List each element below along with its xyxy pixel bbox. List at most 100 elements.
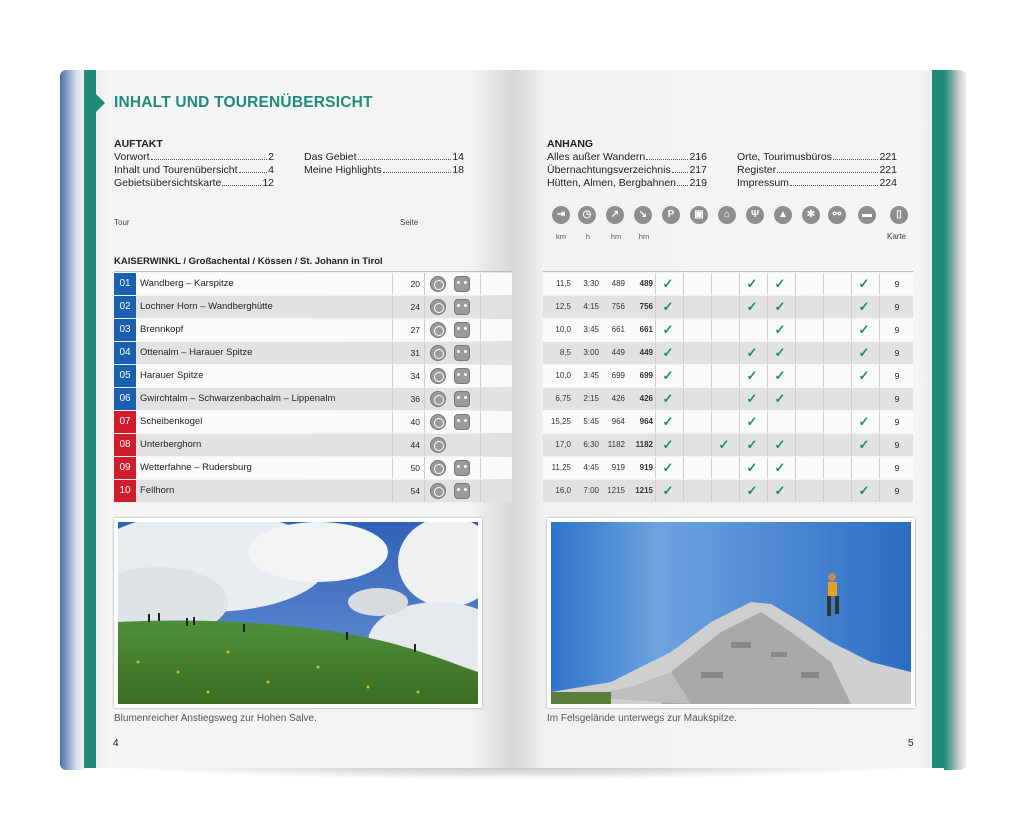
tour-number: 10 xyxy=(114,480,136,502)
distance-km: 10,0 xyxy=(555,371,571,380)
table-row[interactable]: 6,75 2:15 426 426 ✓ ✓ ✓ 9 xyxy=(543,388,913,410)
cell-divider xyxy=(767,296,768,318)
cell-divider xyxy=(392,411,393,433)
cell-divider xyxy=(767,273,768,295)
map-number: 9 xyxy=(894,394,900,404)
toc-entry[interactable]: Das Gebiet 14 xyxy=(304,151,464,163)
cell-divider xyxy=(711,480,712,502)
toc-entry[interactable]: Übernachtungsverzeichnis 217 xyxy=(547,164,707,176)
bed-icon: ▬ xyxy=(858,206,876,224)
table-row[interactable]: 12,5 4:15 756 756 ✓ ✓ ✓ ✓ 9 xyxy=(543,296,913,318)
cell-divider xyxy=(655,480,656,502)
cell-divider xyxy=(739,319,740,341)
meadow-hikers-image xyxy=(118,522,478,704)
check-icon: ✓ xyxy=(662,437,674,452)
toc-entry[interactable]: Inhalt und Tourenübersicht 4 xyxy=(114,164,274,176)
cell-divider xyxy=(424,273,425,295)
table-row[interactable]: 01 Wandberg – Karspitze 20 xyxy=(114,273,512,295)
family-bear-icon xyxy=(454,414,470,430)
distance-km: 11,25 xyxy=(551,463,571,472)
tour-name: Harauer Spitze xyxy=(140,370,204,381)
tour-name: Unterberghorn xyxy=(140,439,202,450)
map-number: 9 xyxy=(894,325,900,335)
cell-divider xyxy=(683,273,684,295)
toc-entry[interactable]: Vorwort 2 xyxy=(114,151,274,163)
table-row[interactable]: 17,0 6:30 1182 1182 ✓ ✓ ✓ ✓ ✓ 9 xyxy=(543,434,913,456)
cell-divider xyxy=(392,388,393,410)
caption-right: Im Felsgelände unterwegs zur Maukspitze. xyxy=(547,713,738,724)
map-number: 9 xyxy=(894,279,900,289)
distance-km: 10,0 xyxy=(555,325,571,334)
toc-entry[interactable]: Register 221 xyxy=(737,164,897,176)
tour-page: 20 xyxy=(410,279,420,289)
table-row[interactable]: 03 Brennkopf 27 xyxy=(114,319,512,341)
toc-entry-page: 4 xyxy=(268,164,274,176)
route-type-icon xyxy=(430,437,446,453)
table-row[interactable]: 04 Ottenalm – Harauer Spitze 31 xyxy=(114,342,512,364)
table-row[interactable]: 16,0 7:00 1215 1215 ✓ ✓ ✓ ✓ 9 xyxy=(543,480,913,502)
family-bear-icon xyxy=(454,345,470,361)
toc-entry[interactable]: Impressum 224 xyxy=(737,177,897,189)
right-accent-bar xyxy=(932,70,944,768)
cell-divider xyxy=(683,296,684,318)
duration-h: 6:30 xyxy=(583,440,599,449)
map-number: 9 xyxy=(894,302,900,312)
table-row[interactable]: 15,25 5:45 964 964 ✓ ✓ ✓ 9 xyxy=(543,411,913,433)
route-type-icon xyxy=(430,391,446,407)
route-type-icon xyxy=(430,460,446,476)
ascent-hm: 1215 xyxy=(607,486,625,495)
ascent-hm: 489 xyxy=(611,279,625,288)
toc-entry[interactable]: Hütten, Almen, Bergbahnen 219 xyxy=(547,177,707,189)
table-row[interactable]: 8,5 3:00 449 449 ✓ ✓ ✓ ✓ 9 xyxy=(543,342,913,364)
table-row[interactable]: 11,5 3:30 489 489 ✓ ✓ ✓ ✓ 9 xyxy=(543,273,913,295)
toc-entry[interactable]: Meine Highlights 18 xyxy=(304,164,464,176)
toc-entry-label: Hütten, Almen, Bergbahnen xyxy=(547,177,677,189)
tour-number: 09 xyxy=(114,457,136,479)
table-row[interactable]: 02 Lochner Horn – Wandberghütte 24 xyxy=(114,296,512,318)
table-row[interactable]: 11,25 4:45 919 919 ✓ ✓ ✓ 9 xyxy=(543,457,913,479)
check-icon: ✓ xyxy=(858,299,870,314)
cell-divider xyxy=(767,365,768,387)
cell-divider xyxy=(711,434,712,456)
cell-divider xyxy=(795,480,796,502)
route-type-icon xyxy=(430,276,446,292)
check-icon: ✓ xyxy=(774,299,786,314)
table-row[interactable]: 10,0 3:45 661 661 ✓ ✓ ✓ 9 xyxy=(543,319,913,341)
toc-entry[interactable]: Orte, Tourimusbüros 221 xyxy=(737,151,897,163)
cell-divider xyxy=(739,434,740,456)
toc-entry-label: Übernachtungsverzeichnis xyxy=(547,164,671,176)
table-row[interactable]: 10,0 3:45 699 699 ✓ ✓ ✓ ✓ 9 xyxy=(543,365,913,387)
check-icon: ✓ xyxy=(774,345,786,360)
toc-entry[interactable]: Alles außer Wandern 216 xyxy=(547,151,707,163)
table-row[interactable]: 09 Wetterfahne – Rudersburg 50 xyxy=(114,457,512,479)
table-row[interactable]: 10 Fellhorn 54 xyxy=(114,480,512,502)
cell-divider xyxy=(851,434,852,456)
unit-label: hm xyxy=(610,232,622,241)
table-row[interactable]: 08 Unterberghorn 44 xyxy=(114,434,512,456)
check-icon: ✓ xyxy=(718,437,730,452)
cell-divider xyxy=(879,342,880,364)
tour-name: Wandberg – Karspitze xyxy=(140,278,234,289)
tour-name: Ottenalm – Harauer Spitze xyxy=(140,347,253,358)
family-bear-icon xyxy=(454,368,470,384)
table-row[interactable]: 05 Harauer Spitze 34 xyxy=(114,365,512,387)
family-bear-icon xyxy=(454,322,470,338)
cell-divider xyxy=(879,296,880,318)
table-row[interactable]: 06 Gwirchtalm – Schwarzenbachalm – Lippe… xyxy=(114,388,512,410)
cell-divider xyxy=(683,319,684,341)
toc-entry[interactable]: Gebietsübersichtskarte 12 xyxy=(114,177,274,189)
map-number: 9 xyxy=(894,371,900,381)
cell-divider xyxy=(480,457,481,479)
family-bear-icon xyxy=(454,299,470,315)
cell-divider xyxy=(795,296,796,318)
cell-divider xyxy=(480,365,481,387)
phone-icon: ▯ xyxy=(890,206,908,224)
cell-divider xyxy=(823,457,824,479)
tour-number: 02 xyxy=(114,296,136,318)
duration-h: 3:30 xyxy=(583,279,599,288)
table-row[interactable]: 07 Scheibenkogel 40 xyxy=(114,411,512,433)
ascent-icon: ↗ xyxy=(606,206,624,224)
route-type-icon xyxy=(430,368,446,384)
tour-page: 27 xyxy=(410,325,420,335)
duration-h: 3:45 xyxy=(583,371,599,380)
